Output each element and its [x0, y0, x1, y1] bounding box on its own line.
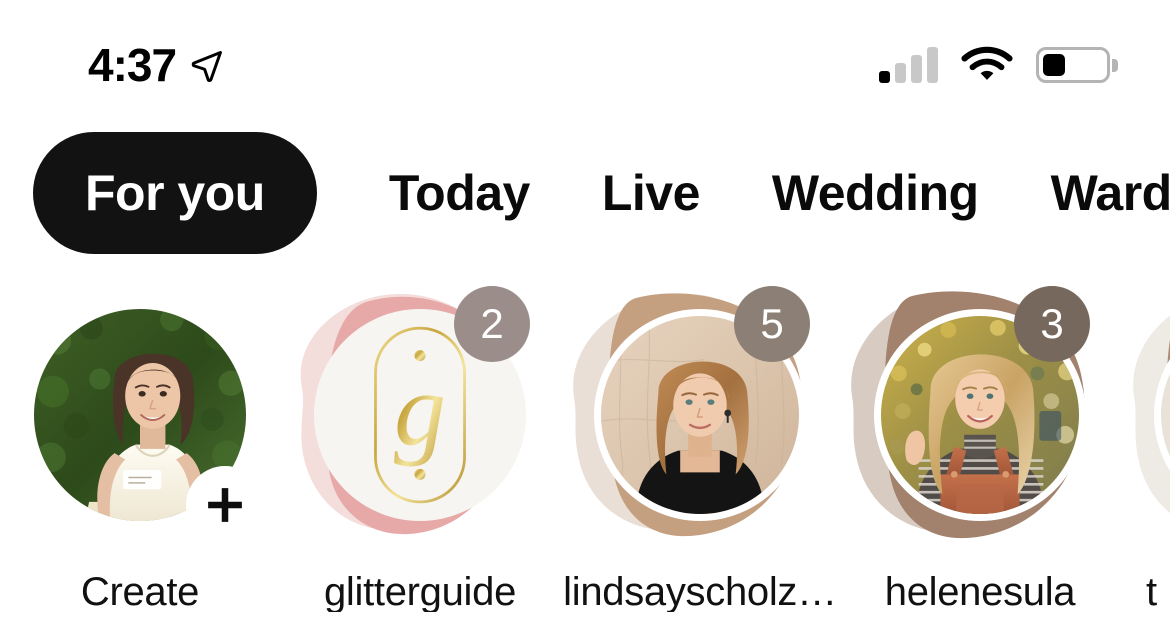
story-avatar-lindsayscholz[interactable]: 5: [560, 280, 840, 550]
status-time: 4:37: [88, 39, 177, 91]
story-item-lindsayscholz[interactable]: 5 lindsayscholz…: [560, 280, 840, 639]
location-arrow-icon: [190, 48, 224, 82]
tab-live[interactable]: Live: [602, 168, 701, 218]
tab-today[interactable]: Today: [389, 168, 531, 218]
story-label: helenesula: [884, 572, 1076, 612]
status-bar: 4:37: [0, 0, 1170, 120]
cellular-signal-icon: [879, 47, 938, 83]
story-item-helenesula[interactable]: 3 helenesula: [840, 280, 1120, 639]
stories-row[interactable]: Create g 2 glitterguide 5 lindsayscholz……: [0, 280, 1170, 639]
category-tabs[interactable]: For you Today Live Wedding Wardrobe: [0, 130, 1170, 255]
story-item-create[interactable]: Create: [0, 280, 280, 639]
tab-for-you[interactable]: For you: [33, 131, 317, 254]
svg-text:g: g: [394, 353, 446, 468]
story-item-partial[interactable]: t: [1120, 280, 1170, 639]
story-unread-badge: 3: [1014, 286, 1090, 362]
create-story-button[interactable]: [186, 466, 264, 544]
status-bar-left: 4:37: [88, 42, 224, 88]
wifi-icon: [960, 46, 1014, 84]
badge-count: 5: [760, 300, 784, 347]
story-avatar-helenesula[interactable]: 3: [840, 280, 1120, 550]
status-bar-right: [879, 46, 1118, 84]
story-unread-badge: 2: [454, 286, 530, 362]
story-avatar-create[interactable]: [0, 280, 280, 550]
plus-icon: [208, 488, 242, 522]
badge-count: 3: [1040, 300, 1064, 347]
story-unread-badge: 5: [734, 286, 810, 362]
badge-count: 2: [480, 300, 504, 347]
tab-wedding[interactable]: Wedding: [772, 168, 979, 218]
story-label: t: [1146, 572, 1157, 612]
tab-wardrobe[interactable]: Wardrobe: [1051, 168, 1170, 218]
story-label: glitterguide: [323, 572, 517, 612]
app-screen: 4:37 For you Today Live Wedding Ward Cre…: [0, 0, 1170, 639]
story-avatar-partial[interactable]: [1120, 280, 1170, 550]
story-avatar-glitterguide[interactable]: g 2: [280, 280, 560, 550]
story-label: Create: [80, 572, 200, 612]
story-item-glitterguide[interactable]: g 2 glitterguide: [280, 280, 560, 639]
story-label: lindsayscholz…: [563, 572, 837, 612]
battery-low-icon: [1036, 47, 1118, 83]
